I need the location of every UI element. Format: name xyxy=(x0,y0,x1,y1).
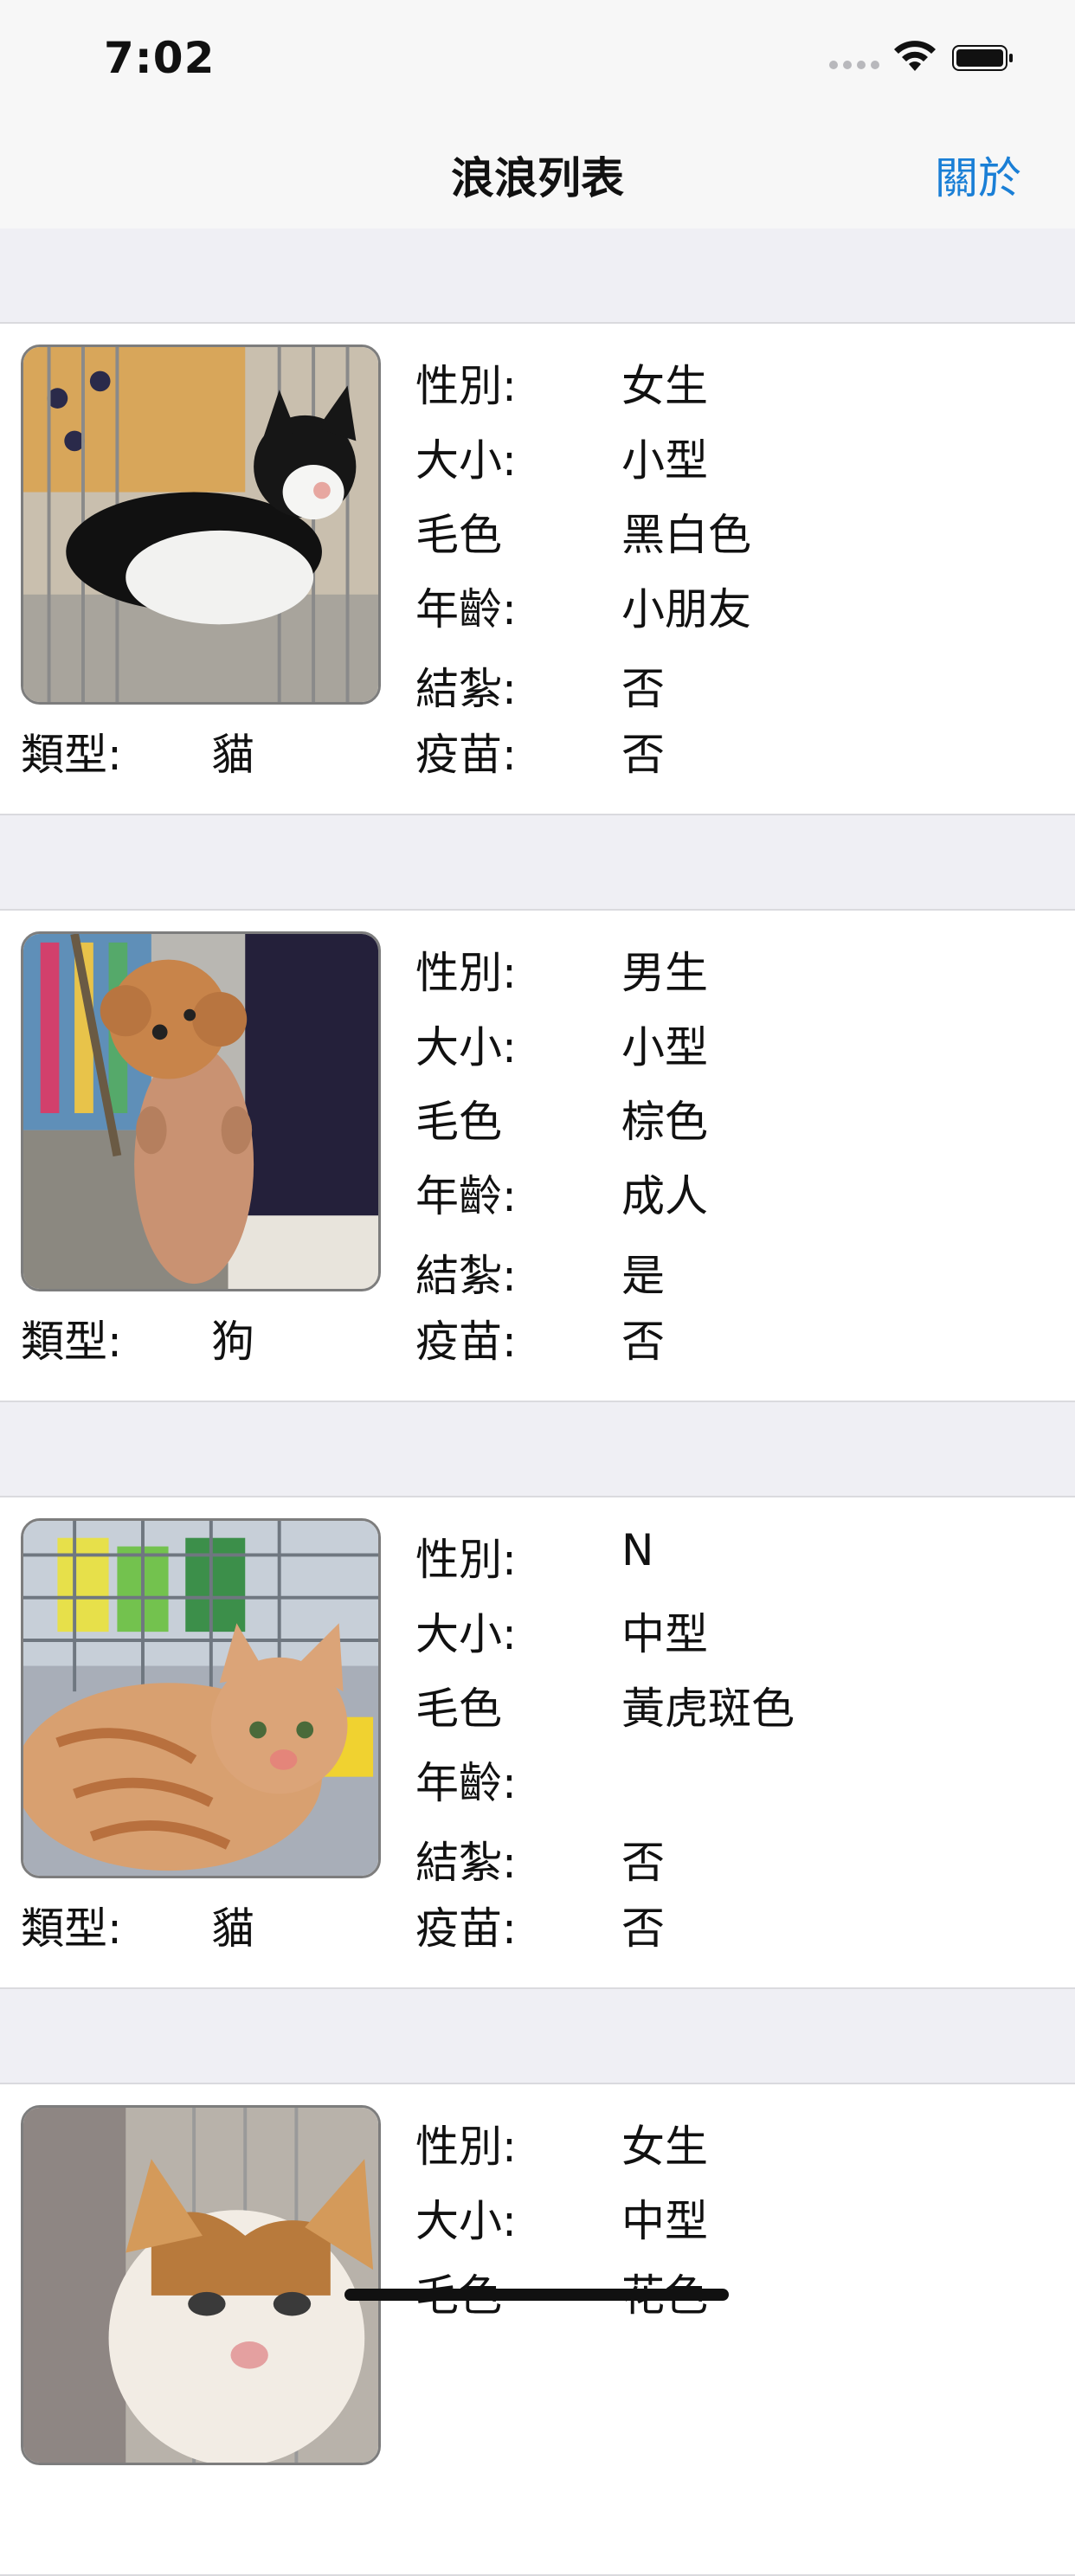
type-label: 類型: xyxy=(21,1903,122,1954)
type-value: 狗 xyxy=(211,1317,254,1367)
vaccine-label: 疫苗: xyxy=(415,1903,517,1954)
color-label: 毛色 xyxy=(415,1097,502,1147)
section-gap xyxy=(0,1402,1075,1496)
gender-label: 性別: xyxy=(415,361,517,411)
vaccine-label: 疫苗: xyxy=(415,1317,517,1367)
status-time: 7:02 xyxy=(104,33,216,83)
color-label: 毛色 xyxy=(415,510,502,560)
type-value: 貓 xyxy=(211,1903,254,1954)
gender-label: 性別: xyxy=(415,1535,517,1585)
section-gap xyxy=(0,229,1075,322)
gender-value: N xyxy=(621,1525,654,1575)
age-label: 年齡: xyxy=(415,1758,517,1808)
neutered-value: 否 xyxy=(621,664,665,714)
vaccine-value: 否 xyxy=(621,1317,665,1367)
size-label: 大小: xyxy=(415,2196,517,2246)
gender-value: 女生 xyxy=(621,361,708,411)
size-value: 中型 xyxy=(621,1609,708,1659)
neutered-value: 否 xyxy=(621,1838,665,1888)
battery-icon xyxy=(952,45,1013,71)
gender-value: 男生 xyxy=(621,948,708,998)
animal-photo xyxy=(21,2105,381,2465)
about-button[interactable]: 關於 xyxy=(935,144,1021,206)
list-item[interactable]: 性別: 女生 大小: 小型 毛色 黑白色 年齡: 小朋友 結紮: 否 類型: 貓… xyxy=(0,322,1075,815)
neutered-label: 結紮: xyxy=(415,664,517,714)
animal-photo xyxy=(21,345,381,705)
color-value: 黃虎斑色 xyxy=(621,1684,795,1734)
age-label: 年齡: xyxy=(415,584,517,634)
vaccine-label: 疫苗: xyxy=(415,730,517,780)
neutered-value: 是 xyxy=(621,1251,665,1301)
size-value: 小型 xyxy=(621,1022,708,1072)
list-item[interactable]: 性別: 男生 大小: 小型 毛色 棕色 年齡: 成人 結紮: 是 類型: 狗 疫… xyxy=(0,909,1075,1402)
size-value: 小型 xyxy=(621,435,708,486)
gender-label: 性別: xyxy=(415,2122,517,2172)
animal-photo xyxy=(21,1518,381,1878)
animal-list[interactable]: 性別: 女生 大小: 小型 毛色 黑白色 年齡: 小朋友 結紮: 否 類型: 貓… xyxy=(0,229,1075,2576)
navigation-header: 7:02 浪浪列表 關於 xyxy=(0,0,1075,230)
type-label: 類型: xyxy=(21,730,122,780)
color-value: 棕色 xyxy=(621,1097,708,1147)
size-label: 大小: xyxy=(415,435,517,486)
cellular-signal-icon xyxy=(829,61,879,71)
vaccine-value: 否 xyxy=(621,730,665,780)
gender-value: 女生 xyxy=(621,2122,708,2172)
animal-photo xyxy=(21,931,381,1291)
color-value: 黑白色 xyxy=(621,510,751,560)
section-gap xyxy=(0,815,1075,909)
type-value: 貓 xyxy=(211,730,254,780)
age-label: 年齡: xyxy=(415,1171,517,1221)
age-value: 小朋友 xyxy=(621,584,751,634)
age-value: 成人 xyxy=(621,1171,708,1221)
list-item[interactable]: 性別: N 大小: 中型 毛色 黃虎斑色 年齡: 結紮: 否 類型: 貓 疫苗:… xyxy=(0,1496,1075,1989)
gender-label: 性別: xyxy=(415,948,517,998)
section-gap xyxy=(0,1989,1075,2083)
list-item[interactable]: 性別: 女生 大小: 中型 毛色 花色 xyxy=(0,2083,1075,2576)
neutered-label: 結紮: xyxy=(415,1251,517,1301)
size-label: 大小: xyxy=(415,1609,517,1659)
color-label: 毛色 xyxy=(415,1684,502,1734)
size-value: 中型 xyxy=(621,2196,708,2246)
type-label: 類型: xyxy=(21,1317,122,1367)
size-label: 大小: xyxy=(415,1022,517,1072)
home-indicator[interactable] xyxy=(344,2289,729,2301)
page-title: 浪浪列表 xyxy=(451,153,624,203)
wifi-icon xyxy=(894,41,936,71)
neutered-label: 結紮: xyxy=(415,1838,517,1888)
vaccine-value: 否 xyxy=(621,1903,665,1954)
